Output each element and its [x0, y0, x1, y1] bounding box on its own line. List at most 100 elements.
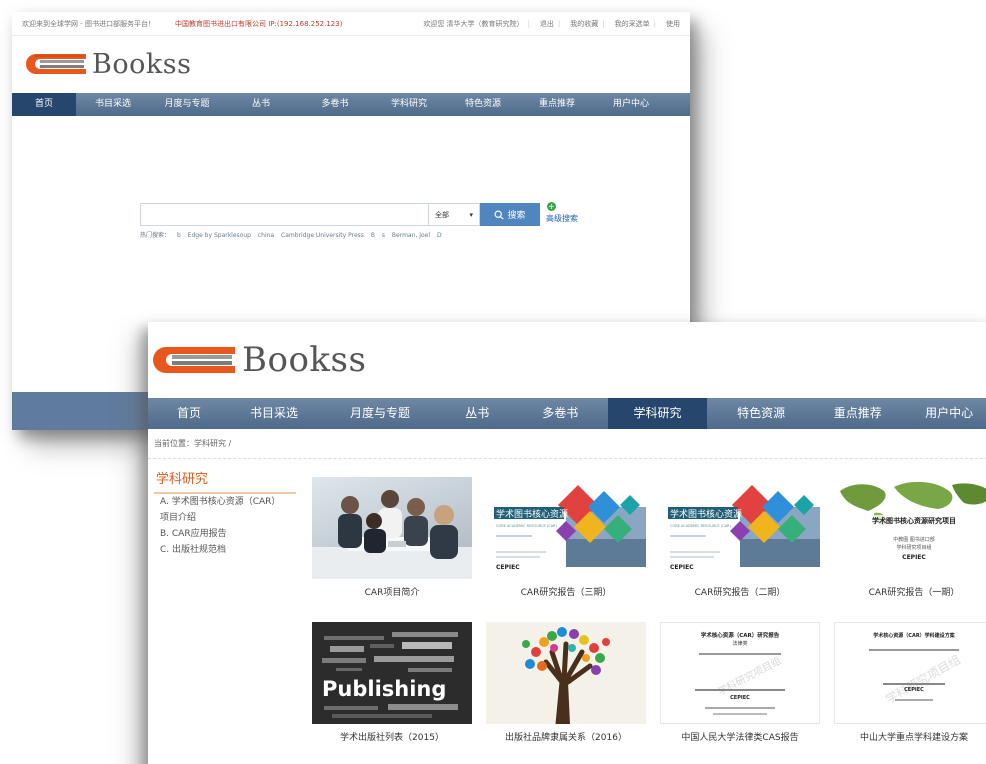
site-logo[interactable]: Bookss: [12, 36, 690, 92]
publishing-thumbnail: Publishing: [312, 622, 472, 724]
nav-multivolume[interactable]: 多卷书: [512, 398, 608, 429]
cepiec-logo-text: CEPIEC: [902, 554, 926, 561]
nav-monthly-topics[interactable]: 月度与专题: [150, 93, 224, 116]
hot-term[interactable]: B: [371, 232, 375, 239]
nav-special-resources[interactable]: 特色资源: [446, 93, 520, 116]
report-card[interactable]: 学术图书核心资源 CORE ACADEMIC RESOURCE (CAR) CE…: [486, 477, 646, 598]
subject-research-screenshot: Bookss 首页 书目采选 月度与专题 丛书 多卷书 学科研究 特色资源 重点…: [148, 322, 986, 764]
screenshot-collage: 欢迎来到全球学网 - 图书进口部服务平台！ 中国教育图书进出口有限公司 IP:(…: [0, 0, 986, 764]
publishing-word: Publishing: [322, 677, 446, 701]
nav-recommended[interactable]: 重点推荐: [520, 93, 594, 116]
report-card[interactable]: 学术图书核心资源 CORE ACADEMIC RESOURCE (CAR) CE…: [660, 477, 820, 598]
map-title: 学术图书核心资源研究项目: [872, 516, 956, 525]
doc-title: 学术核心资源（CAR）学科建设方案: [873, 632, 955, 639]
cepiec-logo-text: CEPIEC: [670, 564, 694, 571]
meeting-thumbnail: [312, 477, 472, 579]
hot-term[interactable]: china: [258, 232, 274, 239]
site-logo[interactable]: Bookss: [148, 322, 986, 398]
selection-list-link[interactable]: 我的采选单: [615, 19, 650, 29]
search-icon: [494, 209, 505, 220]
document-thumbnail: 学术核心资源（CAR）学科建设方案 学科研究项目组 CEPIEC: [834, 622, 986, 724]
nav-recommended[interactable]: 重点推荐: [815, 398, 900, 429]
report-card[interactable]: 学术核心资源（CAR）研究报告 法律类 学科研究项目组 CEPIEC 中国人民大…: [660, 622, 820, 743]
car-report-cover: 学术图书核心资源 CORE ACADEMIC RESOURCE (CAR) CE…: [486, 477, 646, 579]
document-cover: 学术核心资源（CAR）研究报告 法律类 学科研究项目组 CEPIEC: [695, 631, 785, 715]
report-caption: CAR研究报告（二期）: [694, 588, 786, 598]
cepiec-logo-text: CEPIEC: [730, 695, 750, 701]
usage-link[interactable]: 使用: [666, 19, 680, 29]
nav-home[interactable]: 首页: [148, 398, 230, 429]
sidebar-item-car[interactable]: A. 学术图书核心资源（CAR）: [154, 494, 296, 510]
company-ip-text: 中国教育图书进出口有限公司 IP:(192.168.252.123): [174, 19, 343, 28]
top-divider: |: [557, 19, 561, 28]
sidebar-item-publisher[interactable]: C. 出版社规范档: [154, 542, 296, 558]
hot-term[interactable]: b: [177, 232, 181, 239]
hot-search-row: 热门搜索： b Edge by Sparklesoup china Cambri…: [140, 230, 578, 239]
nav-series[interactable]: 丛书: [224, 93, 298, 116]
meeting-illustration: [312, 490, 472, 579]
favorites-link[interactable]: 我的收藏: [570, 19, 598, 29]
nav-user-center[interactable]: 用户中心: [594, 93, 668, 116]
nav-subject-research[interactable]: 学科研究: [608, 398, 707, 429]
welcome-text: 欢迎来到全球学网 - 图书进口部服务平台！: [22, 19, 155, 28]
hot-term[interactable]: Cambridge University Press: [281, 232, 364, 239]
hot-term[interactable]: Berman, Joel: [392, 232, 430, 239]
nav-home[interactable]: 首页: [12, 93, 76, 116]
search-area: 全部 ▾ 搜索 + 高级搜索 热门搜索： b Edge by Sparkleso…: [140, 202, 578, 239]
hand-tree-illustration: [486, 622, 646, 724]
nav-series[interactable]: 丛书: [442, 398, 512, 429]
report-card[interactable]: 学术图书核心资源研究项目 中教图 图书进口部 学科研究项目组 CEPIEC CA…: [834, 477, 986, 598]
car-report-cover: 学术图书核心资源 CORE ACADEMIC RESOURCE (CAR) CE…: [660, 477, 820, 579]
sidebar-item-intro[interactable]: 项目介绍: [154, 510, 296, 526]
document-cover: 学术核心资源（CAR）学科建设方案 学科研究项目组 CEPIEC: [869, 632, 963, 707]
watermark-text: 学科研究项目组: [883, 652, 963, 707]
main-nav: 首页 书目采选 月度与专题 丛书 多卷书 学科研究 特色资源 重点推荐 用户中心: [148, 398, 986, 429]
report-caption: CAR研究报告（三期）: [520, 588, 612, 598]
report-card[interactable]: 学术核心资源（CAR）学科建设方案 学科研究项目组 CEPIEC 中山大学重点学…: [834, 622, 986, 743]
logo-text: Bookss: [242, 340, 367, 380]
search-button[interactable]: 搜索: [480, 203, 540, 226]
search-scope-value: 全部: [435, 210, 449, 219]
nav-monthly-topics[interactable]: 月度与专题: [318, 398, 442, 429]
hot-term[interactable]: s: [382, 232, 385, 239]
sidebar-title: 学科研究: [154, 468, 296, 494]
hot-search-label: 热门搜索：: [140, 232, 171, 239]
report-card[interactable]: 出版社品牌隶属关系（2016）: [486, 622, 646, 743]
sidebar-item-car-report[interactable]: B. CAR应用报告: [154, 526, 296, 542]
nav-multivolume[interactable]: 多卷书: [298, 93, 372, 116]
book-logo-icon: [26, 54, 86, 74]
top-divider: |: [527, 19, 530, 28]
nav-subject-research[interactable]: 学科研究: [372, 93, 446, 116]
hot-term[interactable]: Edge by Sparklesoup: [188, 232, 251, 239]
watermark-text: 学科研究项目组: [715, 654, 783, 698]
user-greeting: 欢迎您 清华大学（教育研究院）: [423, 19, 524, 28]
report-card[interactable]: CAR项目简介: [312, 477, 472, 598]
search-scope-select[interactable]: 全部 ▾: [428, 203, 480, 226]
advanced-search-link[interactable]: + 高级搜索: [546, 202, 578, 224]
top-divider: |: [653, 19, 656, 28]
map-team: 学科研究项目组: [896, 544, 931, 551]
sidebar: 学科研究 A. 学术图书核心资源（CAR） 项目介绍 B. CAR应用报告 C.…: [154, 468, 296, 558]
report-card[interactable]: Publishing 学术出版社列表（2015）: [312, 622, 472, 743]
report-caption: 中国人民大学法律类CAS报告: [681, 733, 799, 743]
book-logo-icon: [153, 347, 235, 373]
plus-circle-icon: +: [547, 202, 556, 211]
word-cloud-illustration: Publishing: [312, 622, 472, 724]
logout-link[interactable]: 退出: [540, 19, 554, 29]
car-title: 学术图书核心资源: [670, 508, 742, 520]
nav-book-selection[interactable]: 书目采选: [230, 398, 318, 429]
car-report-thumbnail: 学术图书核心资源 CORE ACADEMIC RESOURCE (CAR) CE…: [486, 477, 646, 579]
car-report-thumbnail: 学术图书核心资源 CORE ACADEMIC RESOURCE (CAR) CE…: [660, 477, 820, 579]
search-button-label: 搜索: [507, 211, 526, 221]
top-bar: 欢迎来到全球学网 - 图书进口部服务平台！ 中国教育图书进出口有限公司 IP:(…: [12, 12, 690, 36]
nav-special-resources[interactable]: 特色资源: [707, 398, 815, 429]
breadcrumb: 当前位置：学科研究 /: [148, 429, 986, 459]
nav-book-selection[interactable]: 书目采选: [76, 93, 150, 116]
cepiec-logo-text: CEPIEC: [904, 687, 924, 693]
search-input[interactable]: [140, 203, 428, 226]
report-caption: 出版社品牌隶属关系（2016）: [505, 733, 627, 743]
hot-term[interactable]: D: [437, 232, 442, 239]
advanced-search-label: 高级搜索: [546, 214, 578, 223]
document-thumbnail: 学术核心资源（CAR）研究报告 法律类 学科研究项目组 CEPIEC: [660, 622, 820, 724]
nav-user-center[interactable]: 用户中心: [900, 398, 986, 429]
